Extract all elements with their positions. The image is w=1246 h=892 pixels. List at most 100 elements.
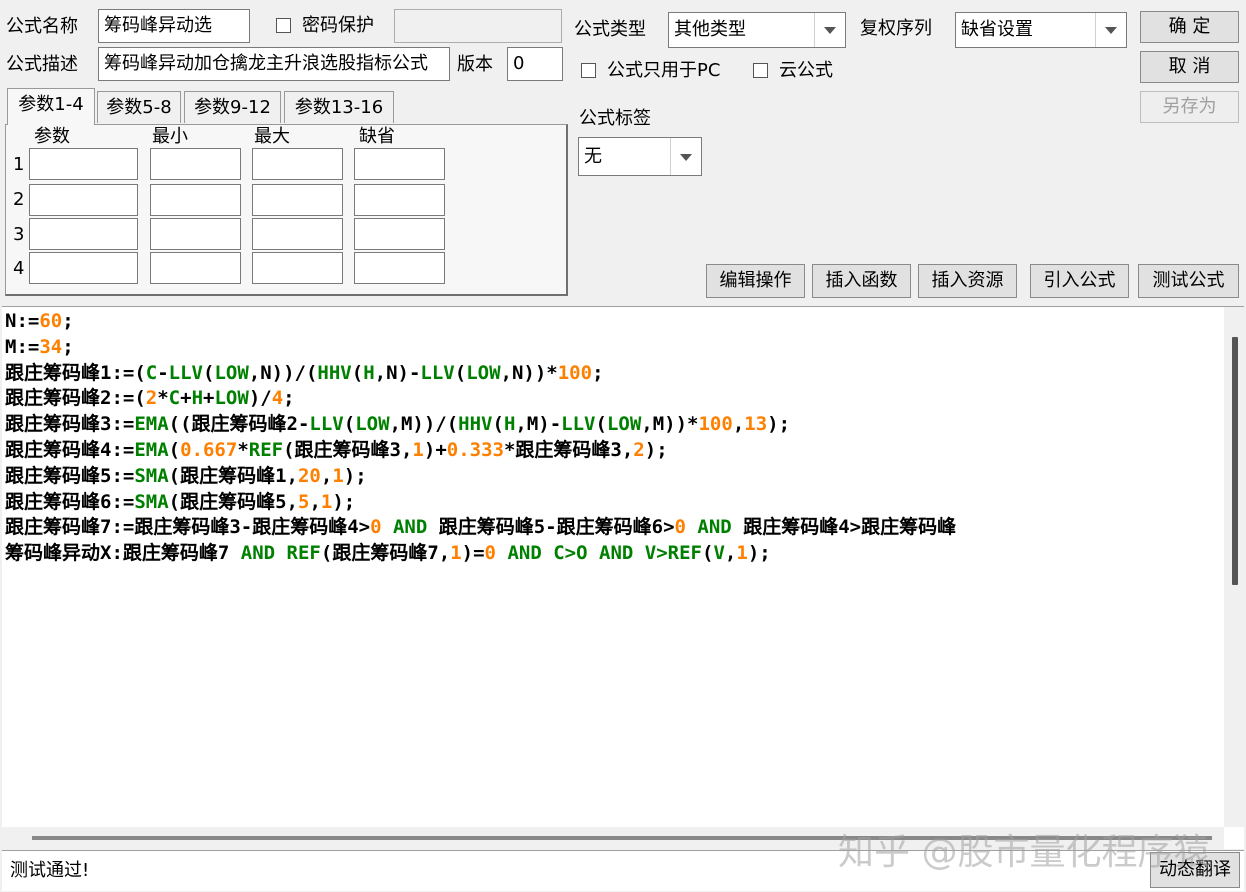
code-text-segment: + xyxy=(180,387,192,410)
code-text-segment xyxy=(633,542,644,564)
formula-tag-select[interactable]: 无 xyxy=(578,137,702,176)
code-text-segment: - xyxy=(157,361,169,384)
tab-params-9-12[interactable]: 参数9-12 xyxy=(184,91,281,123)
param-2-min[interactable] xyxy=(150,184,241,216)
chevron-down-icon[interactable] xyxy=(670,138,701,175)
code-line[interactable]: M:=34; xyxy=(5,335,1222,361)
code-text-segment: 跟庄筹码峰6:= xyxy=(5,490,135,513)
formula-name-label: 公式名称 xyxy=(6,16,78,37)
code-number: 1 xyxy=(412,438,424,461)
code-text-segment: * xyxy=(157,387,169,410)
param-row-number: 1 xyxy=(13,154,25,175)
code-function: EMA xyxy=(134,438,169,461)
code-line[interactable]: 跟庄筹码峰4:=EMA(0.667*REF(跟庄筹码峰3,1)+0.333*跟庄… xyxy=(5,438,1222,464)
formula-desc-input[interactable]: 筹码峰异动加仓擒龙主升浪选股指标公式 xyxy=(98,47,450,81)
code-function: AND xyxy=(507,542,542,565)
pc-only-checkbox[interactable] xyxy=(581,63,596,78)
code-line[interactable]: 筹码峰异动X:跟庄筹码峰7 AND REF(跟庄筹码峰7,1)=0 AND C>… xyxy=(5,541,1222,567)
insert-resource-button[interactable]: 插入资源 xyxy=(918,264,1017,298)
chevron-down-icon[interactable] xyxy=(1095,13,1126,47)
param-2-name[interactable] xyxy=(29,184,138,216)
ok-button[interactable]: 确 定 xyxy=(1140,11,1239,43)
password-protect-checkbox[interactable] xyxy=(276,18,291,33)
code-function: EMA xyxy=(134,413,169,436)
cancel-button[interactable]: 取 消 xyxy=(1140,51,1239,83)
code-function: LOW xyxy=(606,413,642,436)
vertical-scroll-thumb[interactable] xyxy=(1232,337,1238,585)
formula-desc-label: 公式描述 xyxy=(6,54,78,75)
param-2-default[interactable] xyxy=(354,184,445,216)
code-function: LOW xyxy=(355,413,390,436)
code-line[interactable]: 跟庄筹码峰2:=(2*C+H+LOW)/4; xyxy=(5,386,1222,412)
code-text-segment: ( xyxy=(595,413,607,436)
param-1-min[interactable] xyxy=(150,148,241,180)
code-text-segment: * xyxy=(237,438,249,461)
code-function: AND xyxy=(240,542,276,565)
import-formula-button[interactable]: 引入公式 xyxy=(1030,264,1129,298)
code-line[interactable]: 跟庄筹码峰3:=EMA((跟庄筹码峰2-LLV(LOW,M))/(HHV(H,M… xyxy=(5,412,1222,438)
param-row-number: 4 xyxy=(13,258,25,279)
code-text-segment: ; xyxy=(592,361,604,384)
tab-params-13-16[interactable]: 参数13-16 xyxy=(284,91,394,123)
code-function: LOW xyxy=(214,361,249,384)
code-line[interactable]: 跟庄筹码峰7:=跟庄筹码峰3-跟庄筹码峰4>0 AND 跟庄筹码峰5-跟庄筹码峰… xyxy=(5,515,1222,541)
code-function: AND xyxy=(697,516,732,539)
rights-series-value: 缺省设置 xyxy=(961,19,1033,40)
param-3-min[interactable] xyxy=(150,218,241,250)
version-input[interactable]: 0 xyxy=(507,47,563,81)
code-function: V xyxy=(713,542,725,565)
param-4-max[interactable] xyxy=(252,252,343,284)
rights-series-select[interactable]: 缺省设置 xyxy=(955,12,1127,48)
code-text-segment: ; xyxy=(62,335,74,358)
param-row-number: 3 xyxy=(13,224,25,245)
code-number: 2 xyxy=(633,438,645,461)
param-1-name[interactable] xyxy=(29,148,138,180)
tab-params-1-4[interactable]: 参数1-4 xyxy=(7,88,95,125)
password-input xyxy=(394,9,562,43)
chevron-down-icon[interactable] xyxy=(814,13,845,47)
code-line[interactable]: 跟庄筹码峰5:=SMA(跟庄筹码峰1,20,1); xyxy=(5,464,1222,490)
test-formula-button[interactable]: 测试公式 xyxy=(1138,264,1239,298)
param-3-default[interactable] xyxy=(354,218,445,250)
code-text-segment: ( xyxy=(203,361,215,384)
code-text-segment: 跟庄筹码峰1:=( xyxy=(5,361,146,384)
vertical-scrollbar[interactable] xyxy=(1224,307,1244,827)
insert-function-button[interactable]: 插入函数 xyxy=(812,264,911,298)
code-function: LLV xyxy=(168,361,203,384)
code-text-segment: ,M))* xyxy=(641,413,699,436)
tab-params-5-8[interactable]: 参数5-8 xyxy=(97,91,181,123)
code-line[interactable]: 跟庄筹码峰1:=(C-LLV(LOW,N))/(HHV(H,N)-LLV(LOW… xyxy=(5,361,1222,387)
code-text-segment: )+ xyxy=(423,438,447,461)
param-3-max[interactable] xyxy=(252,218,343,250)
code-text-segment: N:= xyxy=(5,310,40,332)
status-text: 测试通过! xyxy=(10,860,90,881)
code-text-segment: + xyxy=(203,387,215,410)
code-editor[interactable]: N:=60; M:=34; 跟庄筹码峰1:=(C-LLV(LOW,N))/(HHV(… xyxy=(2,306,1244,849)
formula-type-select[interactable]: 其他类型 xyxy=(668,12,846,48)
param-4-min[interactable] xyxy=(150,252,241,284)
params-table: 参数 最小 最大 缺省 1 2 3 4 xyxy=(5,124,568,296)
param-4-name[interactable] xyxy=(29,252,138,284)
code-text-segment: ,N)- xyxy=(374,361,421,384)
code-text-segment: ); xyxy=(343,464,367,487)
code-text-segment xyxy=(382,516,393,538)
code-text-segment: 跟庄筹码峰7:=跟庄筹码峰3-跟庄筹码峰4> xyxy=(5,516,371,539)
cloud-formula-checkbox[interactable] xyxy=(753,63,768,78)
code-function: AND xyxy=(392,516,428,539)
param-4-default[interactable] xyxy=(354,252,445,284)
param-2-max[interactable] xyxy=(252,184,343,216)
code-line[interactable]: 跟庄筹码峰6:=SMA(跟庄筹码峰5,5,1); xyxy=(5,490,1222,516)
code-function: AND xyxy=(599,542,634,565)
code-text-segment: (跟庄筹码峰7, xyxy=(320,542,451,565)
param-1-default[interactable] xyxy=(354,148,445,180)
code-number: 1 xyxy=(450,542,462,565)
param-header-max: 最大 xyxy=(254,126,290,147)
param-3-name[interactable] xyxy=(29,218,138,250)
formula-name-input[interactable]: 筹码峰异动选 xyxy=(98,9,250,43)
code-function: C xyxy=(145,361,158,384)
edit-ops-button[interactable]: 编辑操作 xyxy=(706,264,805,298)
code-line[interactable]: N:=60; xyxy=(5,309,1222,335)
code-function: V>REF xyxy=(644,542,702,565)
param-1-max[interactable] xyxy=(252,148,343,180)
code-text[interactable]: N:=60; M:=34; 跟庄筹码峰1:=(C-LLV(LOW,N))/(HHV(… xyxy=(5,309,1222,567)
